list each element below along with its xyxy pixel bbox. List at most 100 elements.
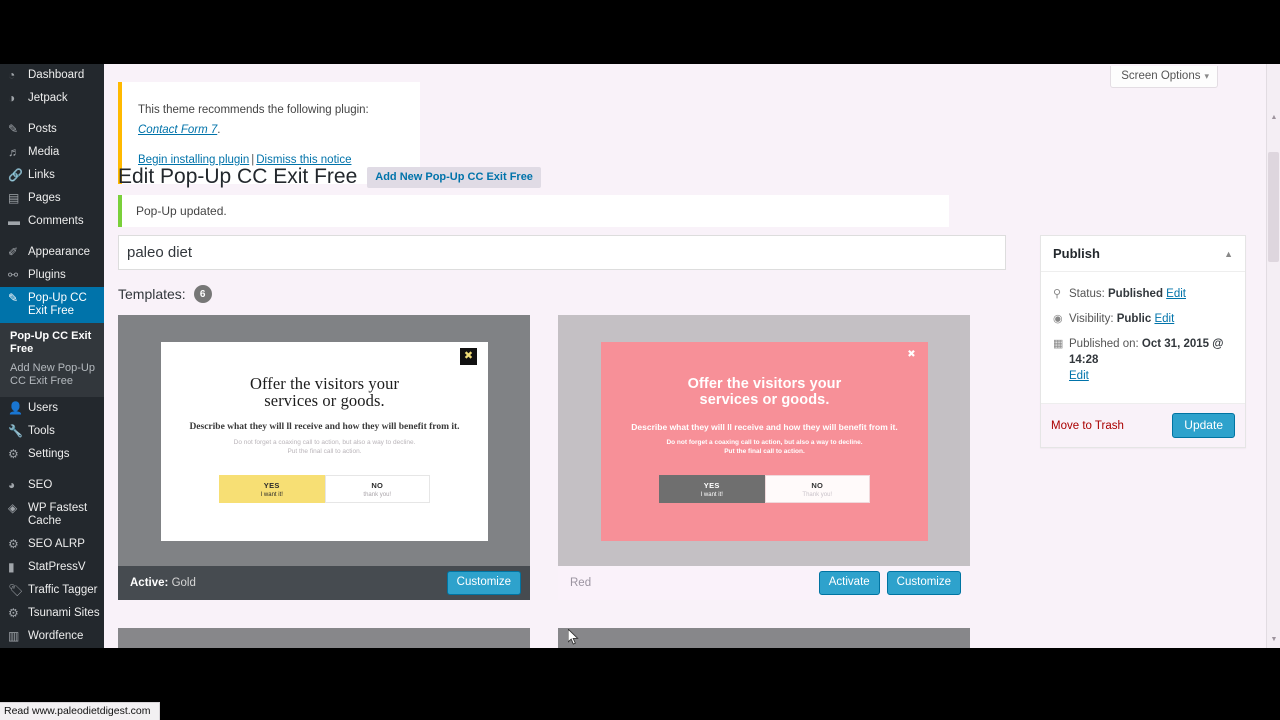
template-card[interactable] xyxy=(118,628,530,648)
admin-sidebar[interactable]: ◔ Dashboard ◑ Jetpack ✎ Posts ♬ Media 🔗 Links ▤ Pag… xyxy=(0,64,104,648)
sidebar-item-posts[interactable]: ✎ Posts xyxy=(0,118,104,141)
status-label: Status: xyxy=(1069,288,1105,300)
sidebar-item-label: Traffic Tagger xyxy=(28,584,98,596)
popup-yes-button[interactable]: YES I want it! xyxy=(659,475,765,503)
publish-details: ⚲ Status: Published Edit ◉ Visibility: P… xyxy=(1041,272,1245,403)
publish-date-row: ▦ Published on: Oct 31, 2015 @ 14:28 Edi… xyxy=(1053,336,1233,384)
sidebar-subitem-popup-cc-exit-free[interactable]: Pop-Up CC Exit Free xyxy=(0,327,104,359)
status-edit-link[interactable]: Edit xyxy=(1166,288,1186,300)
publish-box-header[interactable]: Publish ▲ xyxy=(1041,236,1245,272)
plug-icon: ⚯ xyxy=(8,268,19,282)
sidebar-items-top: ◔ Dashboard ◑ Jetpack ✎ Posts ♬ Media 🔗 Links ▤ Pag… xyxy=(0,64,104,287)
popup-no-button[interactable]: NO thank you! xyxy=(324,475,430,503)
popup-heading: Offer the visitors your services or goods… xyxy=(687,376,842,408)
activate-button[interactable]: Activate xyxy=(818,571,880,595)
template-card[interactable]: ✖ Offer the visitors your services or good… xyxy=(118,315,530,600)
sidebar-item-pages[interactable]: ▤ Pages xyxy=(0,187,104,210)
popup-yes-button[interactable]: YES I want it! xyxy=(219,475,325,503)
template-state-prefix: Active: xyxy=(130,577,169,589)
sidebar-item-comments[interactable]: ▬ Comments xyxy=(0,210,104,233)
visibility-edit-link[interactable]: Edit xyxy=(1154,313,1174,325)
cache-icon: ◈ xyxy=(8,501,18,515)
chevron-up-icon[interactable]: ▲ xyxy=(1224,249,1233,259)
template-preview[interactable] xyxy=(558,628,970,648)
template-preview[interactable]: ✖ Offer the visitors your services or good… xyxy=(558,315,970,566)
popup-no-button[interactable]: NO Thank you! xyxy=(764,475,870,503)
sidebar-item-media[interactable]: ♬ Media xyxy=(0,141,104,164)
customize-button[interactable]: Customize xyxy=(446,571,521,595)
status-bar-text: Read www.paleodietdigest.com xyxy=(4,705,151,717)
sidebar-item-label: Media xyxy=(28,146,60,158)
add-new-popup-button[interactable]: Add New Pop-Up CC Exit Free xyxy=(367,166,541,188)
sidebar-item-tools[interactable]: 🔧 Tools xyxy=(0,420,104,443)
post-title-input[interactable] xyxy=(118,235,1006,270)
updated-notice: Pop-Up updated. xyxy=(118,195,949,227)
sidebar-item-tsunami-sites[interactable]: ⚙ Tsunami Sites xyxy=(0,602,104,625)
eye-icon: ◉ xyxy=(1053,313,1063,325)
sidebar-item-wp-fastest-cache[interactable]: ◈ WP Fastest Cache xyxy=(0,497,104,533)
sidebar-item-seo-alrp[interactable]: ⚙ SEO ALRP xyxy=(0,533,104,556)
popup-yes-label: YES xyxy=(263,480,280,490)
popup-cta-group: YES I want it! NO thank you! xyxy=(219,475,430,503)
pin-icon: ⚲ xyxy=(1053,288,1062,300)
screen-options-label: Screen Options xyxy=(1121,70,1201,82)
close-icon[interactable]: ✖ xyxy=(460,348,477,365)
chevron-down-icon: ▾ xyxy=(1204,71,1209,81)
publish-visibility-text: Visibility: Public Edit xyxy=(1069,311,1174,327)
templates-label-row: Templates: 6 xyxy=(118,285,1006,303)
sidebar-item-label: Wordfence xyxy=(28,630,84,642)
sidebar-item-popup-cc-exit-free[interactable]: ✎ Pop-Up CC Exit Free xyxy=(0,287,104,323)
template-preview[interactable] xyxy=(118,628,530,648)
sidebar-item-settings[interactable]: ⚙ Settings xyxy=(0,443,104,466)
template-card[interactable]: ✖ Offer the visitors your services or good… xyxy=(558,315,970,600)
customize-button[interactable]: Customize xyxy=(886,571,961,595)
status-value: Published xyxy=(1108,288,1163,300)
scrollbar-thumb[interactable] xyxy=(1268,152,1279,262)
template-card[interactable] xyxy=(558,628,970,648)
screen-options-button[interactable]: Screen Options ▾ xyxy=(1110,66,1218,88)
popup-preview: ✖ Offer the visitors your services or good… xyxy=(161,342,488,541)
sidebar-submenu[interactable]: Pop-Up CC Exit Free Add New Pop-Up CC Ex… xyxy=(0,323,104,397)
templates-label: Templates: xyxy=(118,286,186,302)
sidebar-subitem-add-new[interactable]: Add New Pop-Up CC Exit Free xyxy=(0,359,104,391)
tag-icon: 🏷 xyxy=(8,583,24,597)
sidebar-item-label: Plugins xyxy=(28,269,66,281)
pin-icon: ✎ xyxy=(8,122,19,136)
seo-icon: ◕ xyxy=(8,478,16,492)
contact-form-7-link[interactable]: Contact Form 7 xyxy=(138,124,217,136)
sidebar-item-label: StatPressV xyxy=(28,561,86,573)
published-label: Published on: xyxy=(1069,338,1139,350)
sidebar-item-label: Tools xyxy=(28,425,55,437)
move-to-trash-link[interactable]: Move to Trash xyxy=(1051,420,1124,432)
sidebar-item-dashboard[interactable]: ◔ Dashboard xyxy=(0,64,104,87)
close-icon[interactable]: ✖ xyxy=(903,346,920,363)
template-grid: ✖ Offer the visitors your services or good… xyxy=(118,315,1006,648)
scrollbar-down-arrow[interactable]: ▼ xyxy=(1270,636,1278,644)
popup-no-label: NO xyxy=(371,480,384,490)
sidebar-item-label: Jetpack xyxy=(28,92,68,104)
template-card-bar: Red Activate Customize xyxy=(558,566,970,600)
visibility-label: Visibility: xyxy=(1069,313,1114,325)
sidebar-item-appearance[interactable]: ✐ Appearance xyxy=(0,241,104,264)
template-preview[interactable]: ✖ Offer the visitors your services or good… xyxy=(118,315,530,566)
pages-icon: ▤ xyxy=(8,191,20,205)
sidebar-item-jetpack[interactable]: ◑ Jetpack xyxy=(0,87,104,110)
link-icon: 🔗 xyxy=(8,168,23,182)
sidebar-item-seo[interactable]: ◕ SEO xyxy=(0,474,104,497)
gear-icon: ⚙ xyxy=(8,606,19,620)
publish-actions: Move to Trash Update xyxy=(1041,403,1245,447)
scrollbar-up-arrow[interactable]: ▲ xyxy=(1270,114,1278,122)
sidebar-item-links[interactable]: 🔗 Links xyxy=(0,164,104,187)
sidebar-item-wordfence[interactable]: ▥ Wordfence xyxy=(0,625,104,648)
template-name: Gold xyxy=(171,577,196,589)
page-scrollbar[interactable]: ▲ ▼ xyxy=(1266,64,1280,648)
sidebar-item-traffic-tagger[interactable]: 🏷 Traffic Tagger xyxy=(0,579,104,602)
sidebar-item-users[interactable]: 👤 Users xyxy=(0,397,104,420)
published-edit-link[interactable]: Edit xyxy=(1069,370,1089,382)
sidebar-item-statpressv[interactable]: ▮ StatPressV xyxy=(0,556,104,579)
sidebar-item-plugins[interactable]: ⚯ Plugins xyxy=(0,264,104,287)
update-button[interactable]: Update xyxy=(1172,413,1235,438)
post-body-content: Templates: 6 ✖ Offer the visitors yourser… xyxy=(118,235,1006,648)
popup-preview: ✖ Offer the visitors your services or good… xyxy=(601,342,928,541)
